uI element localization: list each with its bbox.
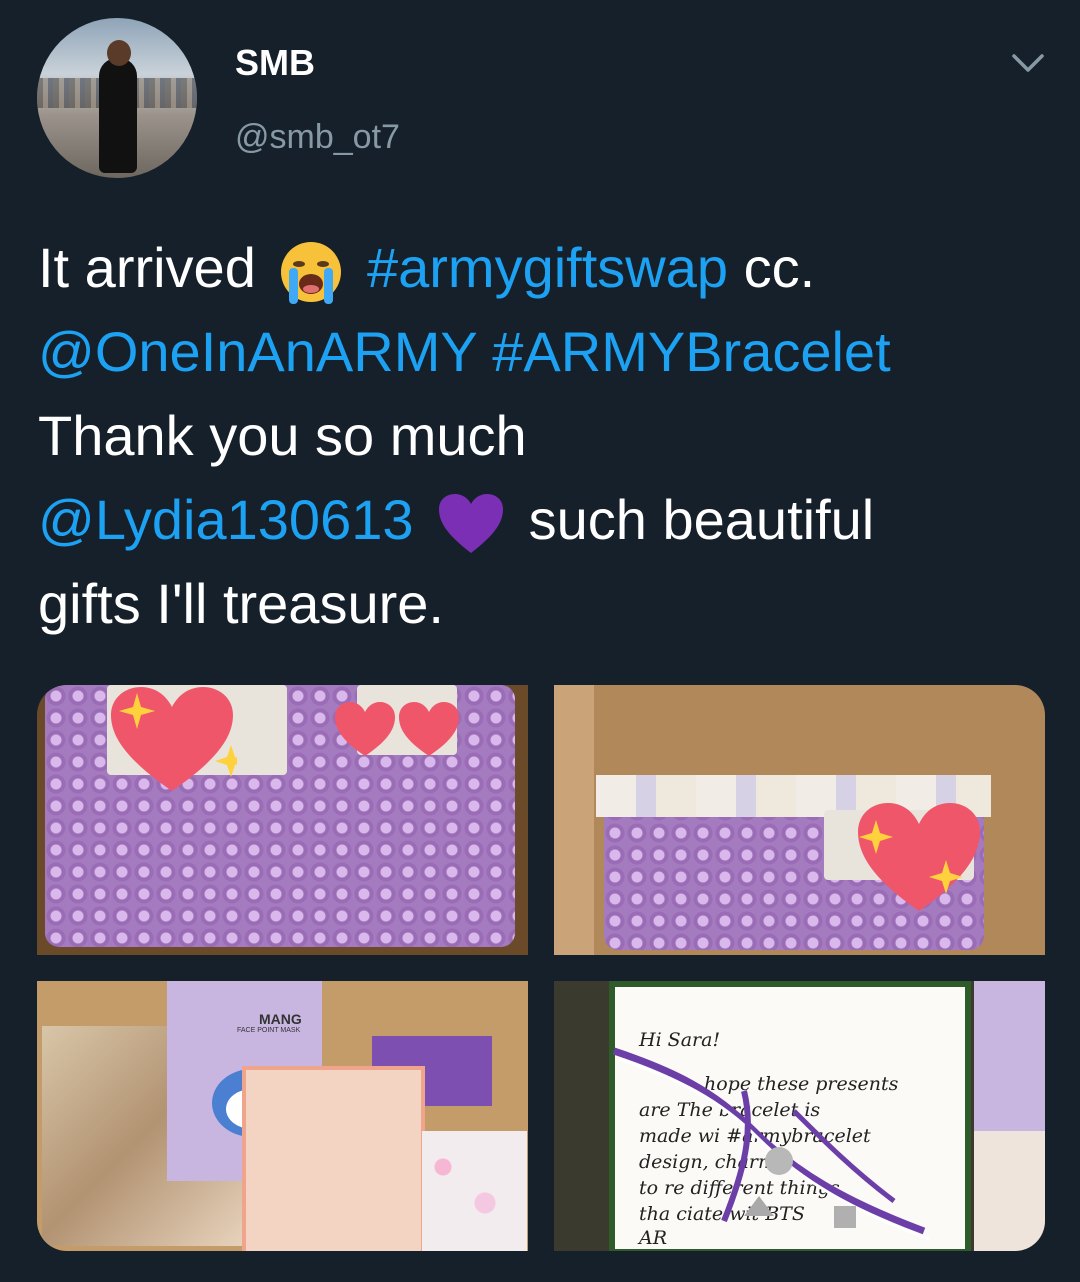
tweet-text-segment: It arrived (38, 236, 256, 299)
media-photo-3[interactable]: MANG FACE POINT MASK (37, 981, 528, 1251)
tweet-line-1: It arrived #armygiftswap cc. (38, 226, 1048, 310)
hashtag-armybracelet[interactable]: #ARMYBracelet (492, 320, 890, 383)
bracelet-icon (612, 1047, 930, 1241)
mention-lydia130613[interactable]: @Lydia130613 (38, 488, 414, 551)
heart-sticker-icon (111, 687, 237, 791)
photocard (974, 1131, 1045, 1251)
mask-brand: MANG (259, 1011, 302, 1027)
author-handle[interactable]: @smb_ot7 (235, 118, 400, 157)
tweet-line-3: Thank you so much (38, 404, 527, 467)
avatar[interactable] (37, 18, 197, 178)
butterfly-card (422, 1131, 527, 1251)
chevron-down-icon[interactable] (1010, 48, 1046, 76)
mask-subtitle: FACE POINT MASK (237, 1027, 301, 1034)
media-grid: MANG FACE POINT MASK Hi Sara! hope these… (37, 685, 1045, 1251)
media-photo-4[interactable]: Hi Sara! hope these presents are The bra… (554, 981, 1045, 1251)
purple-box (974, 981, 1045, 1131)
avatar-person-head (107, 40, 131, 66)
tweet-text-segment: cc. (743, 236, 816, 299)
tweet-line-4: @Lydia130613 such beautiful (38, 478, 1048, 562)
table-edge (554, 685, 594, 955)
avatar-person (99, 58, 137, 173)
bts-photo-booklet (242, 1066, 425, 1251)
media-photo-2[interactable] (554, 685, 1045, 955)
tweet-text-segment: such beautiful (528, 488, 875, 551)
tweet-line-2: @OneInAnARMY #ARMYBracelet (38, 310, 1048, 394)
media-photo-1[interactable] (37, 685, 528, 955)
heart-sticker-icon (858, 803, 980, 911)
mention-oneinanarmy[interactable]: @OneInAnARMY (38, 320, 477, 383)
tweet-text: It arrived #armygiftswap cc. @OneInAnARM… (38, 226, 1048, 646)
purple-heart-emoji-icon (439, 494, 504, 554)
hashtag-armygiftswap[interactable]: #armygiftswap (367, 236, 728, 299)
tweet-line-5: gifts I'll treasure. (38, 572, 444, 635)
loudly-crying-face-emoji-icon (281, 242, 342, 305)
double-heart-sticker-icon (335, 702, 459, 756)
author-display-name[interactable]: SMB (235, 42, 315, 84)
